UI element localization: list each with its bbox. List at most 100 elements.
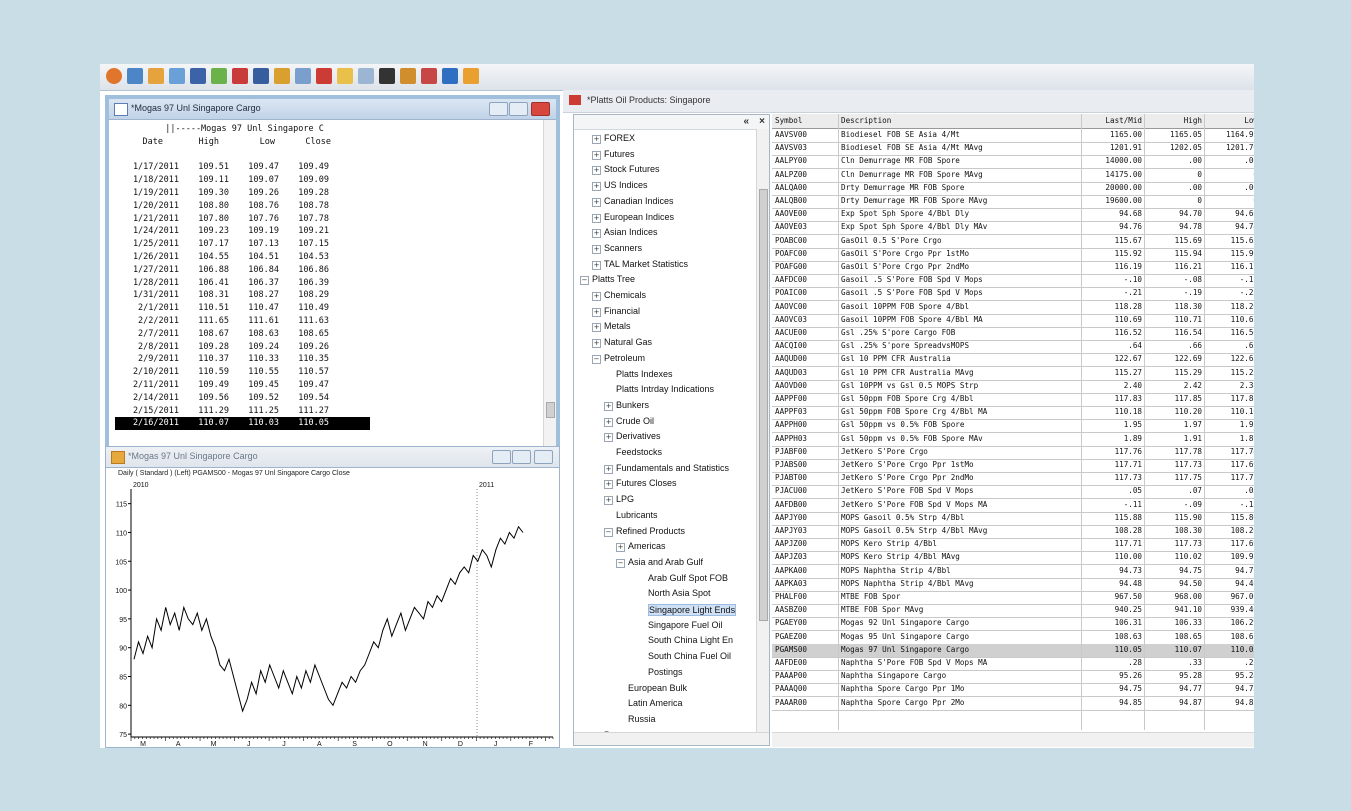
- collapse-icon[interactable]: −: [616, 558, 625, 568]
- tree-item[interactable]: Futures: [604, 149, 635, 159]
- expand-icon[interactable]: +: [604, 480, 613, 490]
- grid-row[interactable]: AASBZ00 MTBE FOB Spor MAvg 940.25 941.10 939…: [772, 604, 1254, 619]
- grid-row[interactable]: AALQA00 Drty Demurrage MR FOB Spore 20000.…: [772, 182, 1254, 196]
- grid-row[interactable]: AALQB00 Drty Demurrage MR FOB Spore MAvg 1…: [772, 195, 1254, 209]
- chart-window-icon[interactable]: [463, 68, 479, 84]
- grid-row[interactable]: AAPPH03 Gsl 50ppm vs 0.5% FOB Spore MAv 1.…: [772, 433, 1254, 447]
- grid-row[interactable]: PJACU00 JetKero S'Pore FOB Spd V Mops .05.…: [772, 485, 1254, 500]
- column-header[interactable]: High: [1146, 116, 1202, 125]
- tree-item[interactable]: TAL Market Statistics: [604, 259, 688, 269]
- tree-item[interactable]: North Asia Spot: [648, 588, 711, 598]
- grid-row[interactable]: AAPJZ03 MOPS Kero Strip 4/Bbl MAvg 110.00 1…: [772, 551, 1254, 566]
- quote-row[interactable]: 1/19/2011 109.30 109.26 109.28: [115, 187, 370, 200]
- grid-row[interactable]: AAPKA03 MOPS Naphtha Strip 4/Bbl MAvg 94.4…: [772, 578, 1254, 592]
- tree-item[interactable]: Fundamentals and Statistics: [616, 463, 729, 473]
- tree-item[interactable]: Refined Products: [616, 526, 685, 536]
- tree-item[interactable]: FOREX: [604, 133, 635, 143]
- grid-row[interactable]: AAPJZ00 MOPS Kero Strip 4/Bbl 117.71 117.73…: [772, 538, 1254, 553]
- series-line[interactable]: [133, 525, 524, 713]
- quotes-window-titlebar[interactable]: *Mogas 97 Unl Singapore Cargo: [109, 99, 556, 120]
- grid-row[interactable]: AAOVE03 Exp Spot Sph Spore 4/Bbl Dly MAv 9…: [772, 221, 1254, 236]
- quote-row[interactable]: 2/11/2011 109.49 109.45 109.47: [115, 379, 370, 392]
- expand-icon[interactable]: +: [592, 244, 601, 254]
- window-stack-icon[interactable]: [337, 68, 353, 84]
- scroll-thumb[interactable]: [759, 189, 768, 621]
- expand-icon[interactable]: +: [592, 166, 601, 176]
- collapse-icon[interactable]: −: [592, 354, 601, 364]
- grid-row[interactable]: AAQUD03 Gsl 10 PPM CFR Australia MAvg 115.…: [772, 367, 1254, 381]
- tree-item[interactable]: South China Light En: [648, 635, 733, 645]
- expand-icon[interactable]: +: [592, 260, 601, 270]
- grid-row[interactable]: AAPJY03 MOPS Gasoil 0.5% Strp 4/Bbl MAvg 1…: [772, 525, 1254, 539]
- tree-item[interactable]: Crude Oil: [616, 416, 654, 426]
- grid-row[interactable]: AAOVD00 Gsl 10PPM vs Gsl 0.5 MOPS Strp 2.4…: [772, 380, 1254, 394]
- grid-row[interactable]: AAOVC00 Gasoil 10PPM FOB Spore 4/Bbl 118.2…: [772, 301, 1254, 315]
- expand-icon[interactable]: +: [592, 292, 601, 301]
- grid-row[interactable]: PAAAQ00 Naphtha Spore Cargo Ppr 1Mo 94.75 9…: [772, 683, 1254, 698]
- expand-icon[interactable]: +: [592, 339, 601, 349]
- tree-item[interactable]: Postings: [648, 667, 683, 677]
- tree-item[interactable]: Canadian Indices: [604, 196, 674, 206]
- grid-row[interactable]: AACUE00 Gsl .25% S'pore Cargo FOB 116.52 11…: [772, 327, 1254, 341]
- tree-item[interactable]: Latin America: [628, 698, 683, 708]
- close-icon[interactable]: ×: [759, 116, 765, 127]
- tree-item[interactable]: Singapore Light Ends: [648, 604, 737, 616]
- quote-row[interactable]: 2/14/2011 109.56 109.52 109.54: [115, 392, 370, 405]
- quote-row[interactable]: 2/8/2011 109.28 109.24 109.26: [115, 341, 370, 354]
- quote-row[interactable]: 2/9/2011 110.37 110.33 110.35: [115, 353, 370, 366]
- expand-icon[interactable]: +: [604, 464, 613, 474]
- grid-row[interactable]: PGAEZ00 Mogas 95 Unl Singapore Cargo 108.6…: [772, 631, 1254, 645]
- quote-row[interactable]: 1/27/2011 106.88 106.84 106.86: [115, 264, 370, 277]
- tree-item[interactable]: Petroleum: [604, 353, 645, 363]
- expand-icon[interactable]: +: [604, 433, 613, 443]
- tree-icon[interactable]: [211, 68, 227, 84]
- help-icon[interactable]: [106, 68, 122, 84]
- grid-row[interactable]: PGAMS00 Mogas 97 Unl Singapore Cargo 110.0…: [772, 643, 1254, 658]
- grid-row[interactable]: POAIC00 Gasoil .5 S'Pore FOB Spd V Mops -.…: [772, 287, 1254, 302]
- window-icon[interactable]: [169, 68, 185, 84]
- tree-item[interactable]: Platts Indexes: [616, 369, 673, 379]
- tree-item[interactable]: LPG: [616, 494, 634, 504]
- tree-item[interactable]: Platts Tree: [592, 274, 635, 284]
- tree-item[interactable]: Metals: [604, 321, 631, 331]
- quote-row[interactable]: 2/7/2011 108.67 108.63 108.65: [115, 328, 370, 341]
- globe-icon[interactable]: [400, 68, 416, 84]
- grid-row[interactable]: POABC00 GasOil 0.5 S'Pore Crgo 115.67 115.6…: [772, 235, 1254, 249]
- collapse-icon[interactable]: −: [580, 276, 589, 286]
- grid-row[interactable]: AAPPF00 Gsl 50ppm FOB Spore Crg 4/Bbl 117.…: [772, 393, 1254, 407]
- grid-row[interactable]: PGAEY00 Mogas 92 Unl Singapore Cargo 106.3…: [772, 617, 1254, 632]
- grid-row[interactable]: PAAAP00 Naphtha Singapore Cargo 95.26 95.28…: [772, 670, 1254, 685]
- expand-icon[interactable]: +: [604, 401, 613, 411]
- quote-row[interactable]: 1/31/2011 108.31 108.27 108.29: [115, 289, 370, 302]
- filter-icon[interactable]: [253, 68, 269, 84]
- maximize-button[interactable]: [509, 102, 528, 116]
- grid-row[interactable]: PHALF00 MTBE FOB Spor 967.50 968.00 967.00: [772, 591, 1254, 605]
- news-icon[interactable]: [295, 68, 311, 84]
- grid-row[interactable]: PAAAR00 Naphtha Spore Cargo Ppr 2Mo 94.85 9…: [772, 697, 1254, 711]
- collapse-icon[interactable]: −: [604, 527, 613, 537]
- minimize-button[interactable]: [489, 102, 508, 116]
- tree-hscrollbar[interactable]: [574, 732, 769, 745]
- grid-row[interactable]: AALPZ00 Cln Demurrage MR FOB Spore MAvg 14…: [772, 169, 1254, 183]
- expand-icon[interactable]: +: [592, 213, 601, 223]
- grid-row[interactable]: AAPKA00 MOPS Naphtha Strip 4/Bbl 94.73 94.7…: [772, 565, 1254, 579]
- grid-row[interactable]: AAOVC03 Gasoil 10PPM FOB Spore 4/Bbl MA 11…: [772, 314, 1254, 328]
- grid-row[interactable]: AAPPH00 Gsl 50ppm vs 0.5% FOB Spore 1.95 1.…: [772, 419, 1254, 434]
- grid-row[interactable]: AAFDB00 JetKero S'Pore FOB Spd V Mops MA -…: [772, 499, 1254, 513]
- grid-row[interactable]: AAVSV00 Biodiesel FOB SE Asia 4/Mt 1165.00…: [772, 129, 1254, 143]
- tree-item[interactable]: European Indices: [604, 212, 674, 222]
- collapse-icon[interactable]: «: [743, 116, 749, 127]
- tree-scrollbar[interactable]: [756, 129, 769, 733]
- column-header[interactable]: Symbol: [775, 116, 837, 125]
- grid-row[interactable]: PJABF00 JetKero S'Pore Crgo 117.76 117.78 11…: [772, 446, 1254, 460]
- expand-icon[interactable]: +: [592, 182, 601, 192]
- tree-item[interactable]: South China Fuel Oil: [648, 651, 731, 661]
- tree-item[interactable]: Derivatives: [616, 431, 661, 441]
- table-icon[interactable]: [316, 68, 332, 84]
- tree-item[interactable]: Futures Closes: [616, 478, 677, 488]
- tree-item[interactable]: US Indices: [604, 180, 648, 190]
- expand-icon[interactable]: +: [592, 197, 601, 207]
- tree-item[interactable]: Financial: [604, 306, 640, 316]
- tree-item[interactable]: Lubricants: [616, 510, 658, 520]
- tree-item[interactable]: Bunkers: [616, 400, 649, 410]
